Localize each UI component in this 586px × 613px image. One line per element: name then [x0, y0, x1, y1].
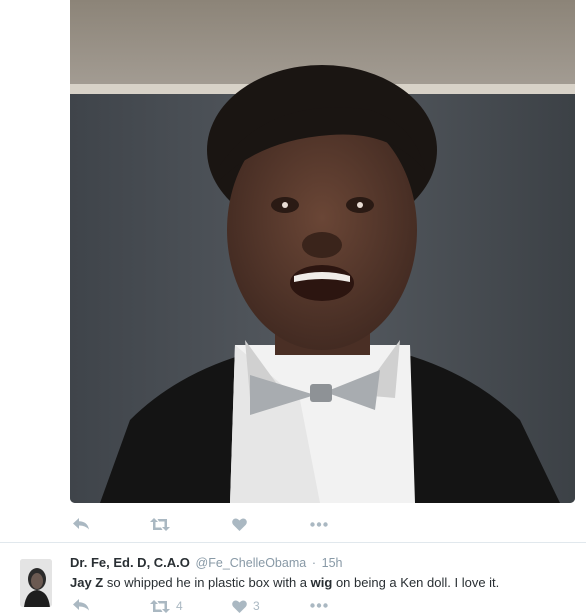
- more-dots-icon: [310, 521, 328, 527]
- like-button[interactable]: 3: [232, 599, 260, 613]
- heart-icon: [232, 599, 247, 613]
- avatar-image: [20, 559, 52, 607]
- user-fullname[interactable]: Dr. Fe, Ed. D, C.A.O: [70, 555, 190, 570]
- reply-icon: [73, 518, 89, 530]
- tweet-text-bold-3: wig: [310, 575, 333, 590]
- user-screen-name[interactable]: @Fe_ChelleObama: [196, 556, 307, 570]
- retweet-icon: [150, 599, 170, 613]
- more-button[interactable]: [310, 521, 328, 527]
- tweet-text-bold-1: Jay Z: [70, 575, 104, 590]
- heart-icon: [232, 517, 247, 531]
- retweet-icon: [150, 517, 170, 531]
- like-count: 3: [253, 599, 260, 613]
- like-button[interactable]: [232, 517, 247, 531]
- retweet-count: 4: [176, 599, 183, 613]
- tweet-header: Dr. Fe, Ed. D, C.A.O @Fe_ChelleObama · 1…: [70, 554, 343, 572]
- separator-dot: ·: [311, 556, 317, 570]
- tweet-timestamp[interactable]: 15h: [322, 556, 343, 570]
- tweet-photo[interactable]: [70, 0, 575, 503]
- tweet-text-segment-4: on being a Ken doll. I love it.: [332, 575, 500, 590]
- avatar[interactable]: [20, 559, 52, 607]
- retweet-button[interactable]: 4: [150, 599, 183, 613]
- tweet-text: Jay Z so whipped he in plastic box with …: [70, 574, 499, 591]
- reply-icon: [73, 599, 89, 611]
- more-button[interactable]: [310, 603, 328, 608]
- reply-button[interactable]: [73, 518, 89, 530]
- reply-button[interactable]: [73, 599, 89, 611]
- retweet-button[interactable]: [150, 517, 170, 531]
- photo-image: [70, 0, 575, 503]
- more-dots-icon: [310, 603, 328, 608]
- tweet-text-segment-2: so whipped he in plastic box with a: [103, 575, 311, 590]
